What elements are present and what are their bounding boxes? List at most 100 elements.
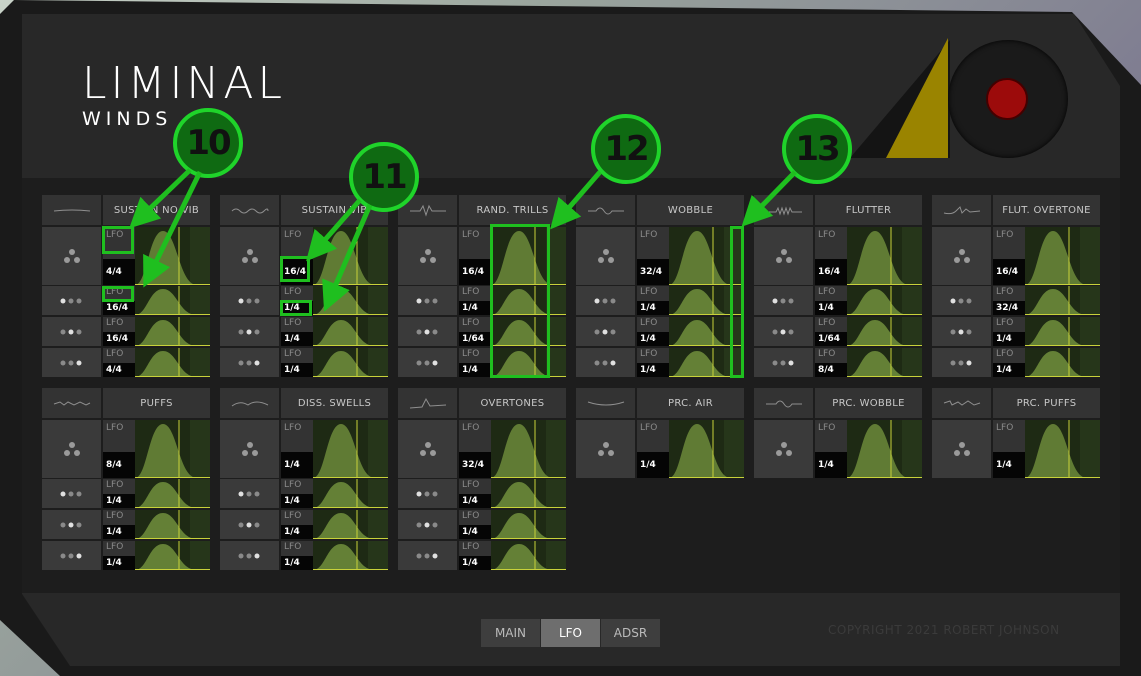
- lfo-toggle[interactable]: LFO 16/4: [459, 227, 491, 285]
- voice-selector[interactable]: [932, 286, 991, 315]
- lfo-rate-value[interactable]: 8/4: [815, 363, 847, 377]
- lfo-toggle[interactable]: LFO 1/4: [103, 479, 135, 508]
- lfo-rate-value[interactable]: 1/4: [281, 525, 313, 539]
- lfo-rate-value[interactable]: 16/4: [103, 301, 135, 315]
- voice-selector[interactable]: [932, 317, 991, 346]
- voice-selector[interactable]: [220, 510, 279, 539]
- lfo-graph[interactable]: [491, 541, 566, 570]
- lfo-toggle[interactable]: LFO 32/4: [459, 420, 491, 478]
- lfo-toggle[interactable]: LFO 1/4: [993, 420, 1025, 478]
- lfo-rate-value[interactable]: 1/4: [281, 332, 313, 346]
- lfo-rate-value[interactable]: 32/4: [993, 301, 1025, 315]
- lfo-toggle[interactable]: LFO 1/4: [103, 510, 135, 539]
- lfo-graph[interactable]: [135, 420, 210, 478]
- lfo-rate-value[interactable]: 1/4: [637, 452, 669, 478]
- lfo-toggle[interactable]: LFO 1/4: [637, 286, 669, 315]
- lfo-toggle[interactable]: LFO 1/4: [459, 479, 491, 508]
- voice-selector[interactable]: [220, 541, 279, 570]
- voice-selector[interactable]: [398, 286, 457, 315]
- lfo-toggle[interactable]: LFO 1/4: [281, 510, 313, 539]
- lfo-graph[interactable]: [1025, 348, 1100, 377]
- lfo-toggle[interactable]: LFO 16/4: [103, 317, 135, 346]
- lfo-toggle[interactable]: LFO 1/4: [815, 420, 847, 478]
- voice-selector[interactable]: [398, 227, 457, 285]
- voice-selector[interactable]: [42, 317, 101, 346]
- voice-selector[interactable]: [576, 420, 635, 478]
- voice-selector[interactable]: [220, 420, 279, 478]
- tab-adsr[interactable]: ADSR: [601, 619, 660, 647]
- voice-selector[interactable]: [42, 479, 101, 508]
- lfo-toggle[interactable]: LFO 1/4: [459, 286, 491, 315]
- lfo-graph[interactable]: [313, 227, 388, 285]
- lfo-rate-value[interactable]: 1/4: [459, 494, 491, 508]
- lfo-graph[interactable]: [135, 541, 210, 570]
- lfo-graph[interactable]: [135, 479, 210, 508]
- voice-selector[interactable]: [576, 348, 635, 377]
- lfo-rate-value[interactable]: 16/4: [459, 259, 491, 285]
- lfo-graph[interactable]: [313, 420, 388, 478]
- lfo-toggle[interactable]: LFO 1/4: [103, 541, 135, 570]
- voice-selector[interactable]: [42, 227, 101, 285]
- voice-selector[interactable]: [398, 541, 457, 570]
- lfo-graph[interactable]: [847, 348, 922, 377]
- lfo-graph[interactable]: [669, 420, 744, 478]
- lfo-graph[interactable]: [135, 227, 210, 285]
- tab-lfo[interactable]: LFO: [541, 619, 600, 647]
- voice-selector[interactable]: [42, 286, 101, 315]
- voice-selector[interactable]: [398, 420, 457, 478]
- lfo-rate-value[interactable]: 32/4: [637, 259, 669, 285]
- lfo-graph[interactable]: [135, 286, 210, 315]
- lfo-rate-value[interactable]: 1/4: [281, 494, 313, 508]
- lfo-toggle[interactable]: LFO 1/4: [459, 348, 491, 377]
- voice-selector[interactable]: [42, 510, 101, 539]
- lfo-toggle[interactable]: LFO 1/4: [281, 541, 313, 570]
- lfo-graph[interactable]: [1025, 420, 1100, 478]
- record-indicator[interactable]: [986, 78, 1028, 120]
- lfo-rate-value[interactable]: 8/4: [103, 452, 135, 478]
- lfo-toggle[interactable]: LFO 1/4: [459, 541, 491, 570]
- voice-selector[interactable]: [398, 510, 457, 539]
- lfo-graph[interactable]: [491, 420, 566, 478]
- voice-selector[interactable]: [754, 317, 813, 346]
- lfo-graph[interactable]: [313, 286, 388, 315]
- lfo-graph[interactable]: [847, 286, 922, 315]
- lfo-graph[interactable]: [135, 317, 210, 346]
- lfo-rate-value[interactable]: 1/4: [993, 332, 1025, 346]
- lfo-toggle[interactable]: LFO 1/4: [637, 420, 669, 478]
- lfo-toggle[interactable]: LFO 8/4: [103, 420, 135, 478]
- lfo-toggle[interactable]: LFO 1/4: [993, 348, 1025, 377]
- lfo-rate-value[interactable]: 1/4: [815, 301, 847, 315]
- lfo-rate-value[interactable]: 1/4: [815, 452, 847, 478]
- lfo-rate-value[interactable]: 1/64: [459, 332, 491, 346]
- lfo-rate-value[interactable]: 1/4: [459, 525, 491, 539]
- tab-main[interactable]: MAIN: [481, 619, 540, 647]
- voice-selector[interactable]: [220, 317, 279, 346]
- lfo-graph[interactable]: [491, 479, 566, 508]
- lfo-toggle[interactable]: LFO 32/4: [637, 227, 669, 285]
- lfo-rate-value[interactable]: 1/4: [281, 556, 313, 570]
- voice-selector[interactable]: [42, 420, 101, 478]
- lfo-rate-value[interactable]: 1/4: [281, 363, 313, 377]
- lfo-rate-value[interactable]: 1/4: [993, 452, 1025, 478]
- lfo-graph[interactable]: [313, 317, 388, 346]
- voice-selector[interactable]: [754, 348, 813, 377]
- lfo-graph[interactable]: [491, 510, 566, 539]
- lfo-rate-value[interactable]: 1/4: [103, 494, 135, 508]
- voice-selector[interactable]: [398, 479, 457, 508]
- lfo-rate-value[interactable]: 1/4: [103, 556, 135, 570]
- lfo-toggle[interactable]: LFO 32/4: [993, 286, 1025, 315]
- voice-selector[interactable]: [576, 286, 635, 315]
- lfo-rate-value[interactable]: 4/4: [103, 259, 135, 285]
- lfo-toggle[interactable]: LFO 8/4: [815, 348, 847, 377]
- lfo-toggle[interactable]: LFO 16/4: [815, 227, 847, 285]
- lfo-rate-value[interactable]: 1/64: [815, 332, 847, 346]
- lfo-graph[interactable]: [135, 510, 210, 539]
- lfo-graph[interactable]: [313, 510, 388, 539]
- lfo-toggle[interactable]: LFO 1/4: [815, 286, 847, 315]
- lfo-toggle[interactable]: LFO 1/4: [637, 317, 669, 346]
- lfo-rate-value[interactable]: 16/4: [993, 259, 1025, 285]
- lfo-toggle[interactable]: LFO 4/4: [103, 348, 135, 377]
- lfo-rate-value[interactable]: 1/4: [637, 332, 669, 346]
- lfo-toggle[interactable]: LFO 1/4: [993, 317, 1025, 346]
- lfo-rate-value[interactable]: 4/4: [103, 363, 135, 377]
